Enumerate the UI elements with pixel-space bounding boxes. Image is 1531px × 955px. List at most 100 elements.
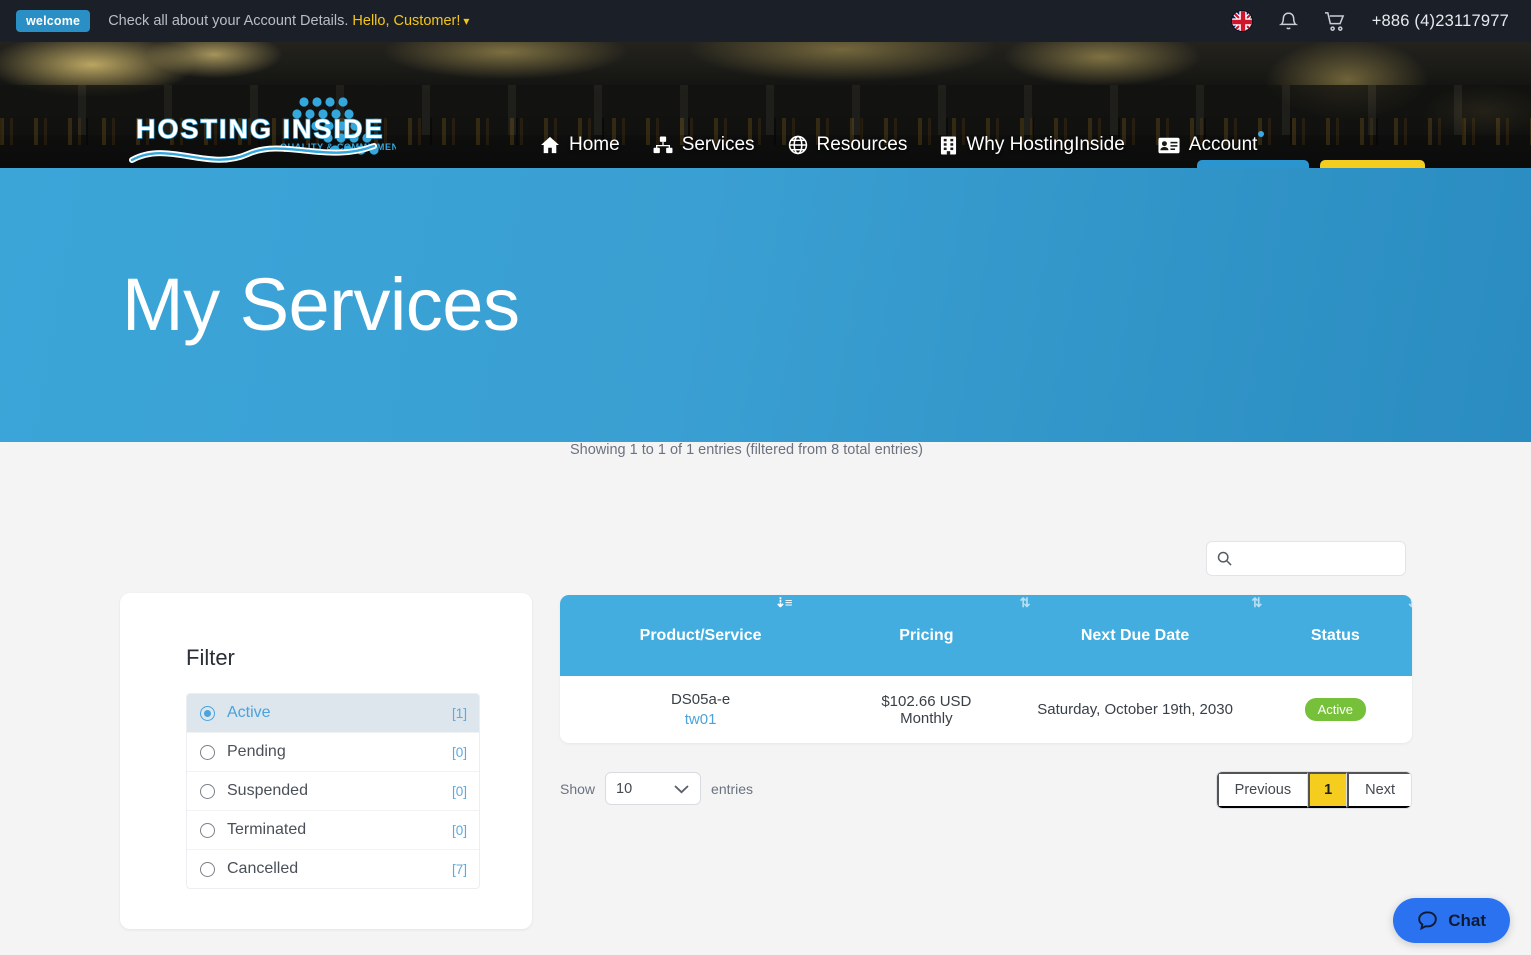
shopping-cart-icon[interactable] <box>1324 11 1346 32</box>
sitemap-icon <box>653 136 673 154</box>
filter-label: Cancelled <box>227 860 299 877</box>
header-content: HOSTING INSIDE QUALITY & COMMITMENT Home <box>0 42 1531 168</box>
nav-label: Account <box>1188 134 1258 155</box>
product-name: DS05a-e <box>670 691 731 708</box>
column-header-pricing[interactable]: Pricing ⇅ <box>841 595 1030 676</box>
filter-label: Terminated <box>227 821 307 838</box>
page-title: My Services <box>122 263 520 346</box>
welcome-badge: welcome <box>16 10 91 32</box>
cell-next-due-date: Saturday, October 19th, 2030 <box>1037 701 1233 718</box>
radio-icon[interactable] <box>200 744 215 760</box>
greeting-link[interactable]: Hello, Customer! <box>352 13 460 29</box>
table-body: DS05a-e tw01 $102.66 USD Monthly Saturda… <box>560 676 1412 743</box>
cell-status: Active <box>1259 676 1412 743</box>
filter-option-suspended[interactable]: Suspended [0] <box>187 772 479 811</box>
services-table: Product/Service ⇣≡ Pricing ⇅ Next Due Da… <box>560 595 1412 743</box>
filter-count: [7] <box>451 861 467 877</box>
status-badge: Active <box>1304 698 1367 721</box>
account-details-message: Check all about your Account Details. He… <box>108 13 469 29</box>
pagination-controls: Previous 1 Next <box>1215 771 1412 809</box>
entries-info-text: Showing 1 to 1 of 1 entries (filtered fr… <box>570 442 924 458</box>
column-label: Pricing <box>899 626 954 644</box>
chat-widget-button[interactable]: Chat <box>1393 898 1510 943</box>
column-header-product-service[interactable]: Product/Service ⇣≡ <box>560 595 841 676</box>
filter-panel: Filter Active [1] Pending [0] Suspended … <box>120 593 532 929</box>
nav-label: Resources <box>816 134 908 155</box>
site-logo[interactable]: HOSTING INSIDE QUALITY & COMMITMENT <box>128 94 404 166</box>
filter-count: [1] <box>451 705 467 721</box>
nav-label: Services <box>681 134 755 155</box>
chevron-down-icon[interactable]: ▾ <box>463 14 469 28</box>
table-row[interactable]: DS05a-e tw01 $102.66 USD Monthly Saturda… <box>560 676 1412 743</box>
page-content: Showing 1 to 1 of 1 entries (filtered fr… <box>0 442 1531 955</box>
filter-label: Suspended <box>227 782 308 799</box>
site-header: HOSTING INSIDE QUALITY & COMMITMENT Home <box>0 42 1531 168</box>
service-domain-link[interactable]: tw01 <box>560 711 841 728</box>
page-size-select-wrapper[interactable]: 10 25 50 100 <box>605 772 702 805</box>
table-search-box[interactable] <box>1206 541 1420 576</box>
page-number-1-button[interactable]: 1 <box>1308 772 1348 808</box>
uk-flag-icon[interactable] <box>1230 10 1253 32</box>
filter-label: Active <box>227 704 271 721</box>
chat-label: Chat <box>1448 910 1486 930</box>
top-utility-bar: welcome Check all about your Account Det… <box>0 0 1531 42</box>
table-head: Product/Service ⇣≡ Pricing ⇅ Next Due Da… <box>560 595 1412 676</box>
top-bar-actions: +886 (4)23117977 <box>1230 10 1509 32</box>
filter-options-list: Active [1] Pending [0] Suspended [0] Ter… <box>186 693 480 889</box>
column-header-next-due-date[interactable]: Next Due Date ⇅ <box>1012 595 1262 676</box>
filter-option-pending[interactable]: Pending [0] <box>187 733 479 772</box>
radio-icon[interactable] <box>200 822 215 838</box>
column-label: Status <box>1310 626 1360 644</box>
previous-page-button[interactable]: Previous <box>1216 772 1309 808</box>
filter-option-active[interactable]: Active [1] <box>187 694 479 733</box>
filter-option-cancelled[interactable]: Cancelled [7] <box>187 850 479 888</box>
price-amount: $102.66 USD <box>881 692 972 710</box>
next-page-button[interactable]: Next <box>1347 772 1411 808</box>
cell-pricing: $102.66 USD Monthly <box>841 676 1011 743</box>
sort-desc-icon[interactable]: ⇣≡ <box>1406 595 1412 611</box>
notification-bell-icon[interactable] <box>1278 11 1298 32</box>
filter-count: [0] <box>451 744 467 760</box>
nav-item-home[interactable]: Home <box>540 134 620 156</box>
account-notification-dot-icon <box>1258 131 1265 137</box>
svg-text:HOSTING INSIDE: HOSTING INSIDE <box>136 114 385 144</box>
nav-item-why-hostinginside[interactable]: Why HostingInside <box>940 134 1125 156</box>
radio-icon[interactable] <box>200 783 215 799</box>
account-details-text: Check all about your Account Details. <box>108 13 349 29</box>
table-header-row: Product/Service ⇣≡ Pricing ⇅ Next Due Da… <box>560 595 1412 676</box>
building-icon <box>940 136 957 155</box>
entries-label: entries <box>711 780 754 797</box>
contact-phone-number[interactable]: +886 (4)23117977 <box>1372 12 1509 31</box>
home-icon <box>540 136 560 154</box>
search-icon <box>1217 551 1232 566</box>
column-header-status[interactable]: Status ⇣≡ <box>1259 595 1412 676</box>
nav-item-account[interactable]: Account <box>1158 131 1265 156</box>
nav-item-resources[interactable]: Resources <box>788 134 908 156</box>
page-size-control: Show 10 25 50 100 entries <box>560 772 753 805</box>
logout-button[interactable]: LOGOUT <box>1320 160 1425 168</box>
my-home-button[interactable]: MY HOME <box>1197 160 1310 168</box>
search-input[interactable] <box>1239 550 1420 567</box>
page-hero: My Services <box>0 168 1531 442</box>
cell-product-service: DS05a-e tw01 <box>560 676 841 743</box>
chat-bubble-icon <box>1417 910 1438 931</box>
sort-desc-icon[interactable]: ⇣≡ <box>775 595 793 611</box>
billing-cycle: Monthly <box>900 709 953 727</box>
filter-heading: Filter <box>186 645 235 670</box>
services-table-card: Product/Service ⇣≡ Pricing ⇅ Next Due Da… <box>560 595 1412 743</box>
header-action-buttons: MY HOME LOGOUT <box>1197 160 1425 168</box>
radio-icon[interactable] <box>200 705 215 721</box>
globe-icon <box>788 135 808 155</box>
filter-count: [0] <box>451 783 467 799</box>
filter-label: Pending <box>227 743 286 760</box>
nav-label: Why HostingInside <box>966 134 1125 155</box>
id-card-icon <box>1158 137 1180 154</box>
filter-count: [0] <box>451 822 467 838</box>
nav-item-services[interactable]: Services <box>653 134 755 156</box>
radio-icon[interactable] <box>200 861 215 877</box>
column-label: Product/Service <box>639 626 762 644</box>
main-navigation: Home Services Resources Why HostingInsid… <box>540 42 1265 168</box>
filter-option-terminated[interactable]: Terminated [0] <box>187 811 479 850</box>
page-size-select[interactable]: 10 25 50 100 <box>605 772 702 805</box>
column-label: Next Due Date <box>1080 626 1190 644</box>
